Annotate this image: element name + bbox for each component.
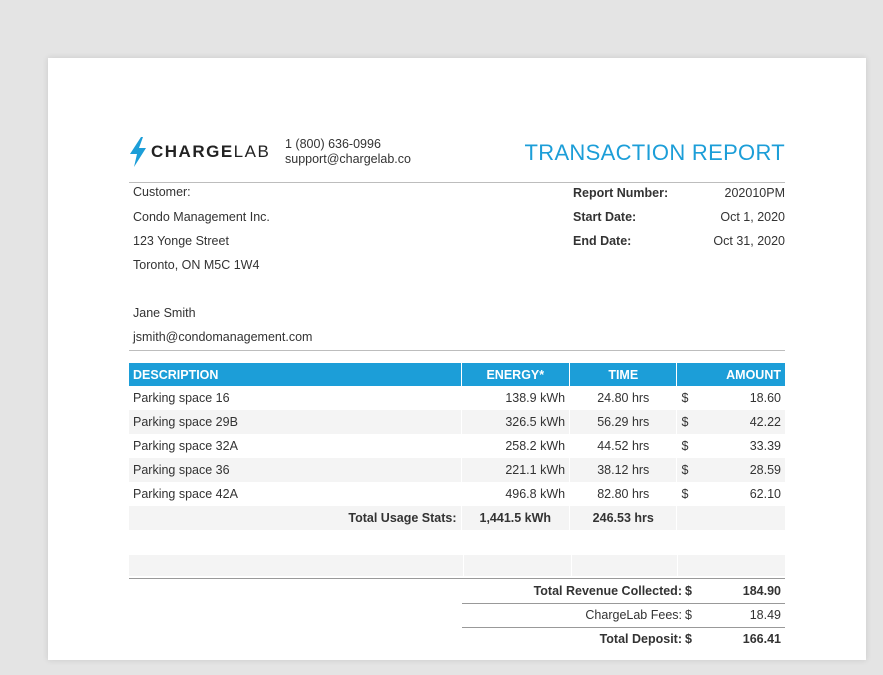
row-amount-cell: $18.60	[677, 386, 785, 410]
totals-amount-empty	[676, 506, 785, 530]
row-energy: 258.2 kWh	[461, 434, 571, 458]
lightning-bolt-icon	[130, 137, 146, 167]
page-title: TRANSACTION REPORT	[524, 140, 785, 165]
currency-symbol: $	[681, 463, 689, 477]
customer-contact-email: jsmith@condomanagement.com	[133, 330, 313, 344]
row-amount-cell: $28.59	[676, 458, 785, 482]
row-energy: 138.9 kWh	[461, 386, 571, 410]
currency-symbol: $	[681, 487, 689, 501]
deposit-row: Total Deposit: $ 166.41	[462, 627, 785, 651]
row-description: Parking space 16	[129, 386, 462, 410]
customer-divider	[129, 350, 785, 351]
currency-symbol: $	[685, 608, 692, 622]
table-row: Parking space 29B 326.5 kWh 56.29 hrs $4…	[129, 410, 785, 434]
fees-value: 18.49	[749, 608, 781, 622]
table-row: Parking space 36 221.1 kWh 38.12 hrs $28…	[129, 458, 785, 482]
support-email: support@chargelab.co	[285, 152, 411, 166]
currency-symbol: $	[681, 391, 689, 405]
row-amount: 62.10	[749, 487, 781, 501]
report-page: CHARGELAB 1 (800) 636-0996 support@charg…	[48, 58, 866, 660]
table-header-row: DESCRIPTION ENERGY* TIME AMOUNT	[129, 363, 785, 386]
totals-label: Total Usage Stats:	[129, 506, 462, 530]
table-row: Parking space 32A 258.2 kWh 44.52 hrs $3…	[129, 434, 785, 458]
customer-label: Customer:	[133, 185, 191, 199]
currency-symbol: $	[685, 584, 692, 598]
row-description: Parking space 36	[129, 458, 462, 482]
row-amount: 28.59	[749, 463, 781, 477]
row-amount-cell: $33.39	[677, 434, 785, 458]
fees-label: ChargeLab Fees:	[585, 608, 682, 622]
currency-symbol: $	[685, 632, 692, 646]
revenue-value: 184.90	[742, 584, 781, 598]
row-energy: 326.5 kWh	[461, 410, 571, 434]
end-date-value: Oct 31, 2020	[713, 234, 785, 248]
deposit-value: 166.41	[742, 632, 781, 646]
row-time: 44.52 hrs	[569, 434, 678, 458]
end-date-label: End Date:	[573, 234, 632, 248]
row-energy: 221.1 kWh	[461, 458, 571, 482]
totals-time: 246.53 hrs	[569, 506, 678, 530]
customer-company: Condo Management Inc.	[133, 210, 270, 224]
column-header-amount: AMOUNT	[676, 363, 785, 386]
report-number-label: Report Number:	[573, 186, 669, 200]
start-date-label: Start Date:	[573, 210, 637, 224]
table-row: Parking space 42A 496.8 kWh 82.80 hrs $6…	[129, 482, 785, 506]
row-amount: 33.39	[749, 439, 781, 453]
row-amount-cell: $62.10	[677, 482, 785, 506]
row-description: Parking space 42A	[129, 482, 462, 506]
fees-row: ChargeLab Fees: $ 18.49	[462, 603, 785, 627]
customer-street: 123 Yonge Street	[133, 234, 229, 248]
currency-symbol: $	[681, 439, 689, 453]
totals-row: Total Usage Stats: 1,441.5 kWh 246.53 hr…	[129, 506, 785, 530]
report-number-value: 202010PM	[724, 186, 785, 200]
row-time: 82.80 hrs	[569, 482, 678, 506]
column-header-time: TIME	[569, 363, 678, 386]
customer-city: Toronto, ON M5C 1W4	[133, 258, 260, 272]
row-amount-cell: $42.22	[676, 410, 785, 434]
row-description: Parking space 32A	[129, 434, 462, 458]
column-header-energy: ENERGY*	[461, 363, 571, 386]
row-time: 56.29 hrs	[569, 410, 678, 434]
row-energy: 496.8 kWh	[461, 482, 571, 506]
table-row: Parking space 16 138.9 kWh 24.80 hrs $18…	[129, 386, 785, 410]
customer-contact-name: Jane Smith	[133, 306, 196, 320]
revenue-row: Total Revenue Collected: $ 184.90	[462, 579, 785, 603]
start-date-value: Oct 1, 2020	[720, 210, 785, 224]
header-divider	[129, 182, 785, 183]
totals-energy: 1,441.5 kWh	[461, 506, 571, 530]
chargelab-logo: CHARGELAB	[129, 136, 270, 168]
brand-name: CHARGELAB	[151, 142, 271, 161]
row-description: Parking space 29B	[129, 410, 462, 434]
row-amount: 42.22	[749, 415, 781, 429]
row-time: 24.80 hrs	[569, 386, 678, 410]
contact-info: 1 (800) 636-0996 support@chargelab.co	[285, 137, 411, 167]
row-amount: 18.60	[749, 391, 781, 405]
row-time: 38.12 hrs	[569, 458, 678, 482]
deposit-label: Total Deposit:	[599, 632, 682, 646]
transactions-table: DESCRIPTION ENERGY* TIME AMOUNT Parking …	[129, 363, 785, 530]
revenue-label: Total Revenue Collected:	[533, 584, 682, 598]
column-header-description: DESCRIPTION	[129, 363, 462, 386]
currency-symbol: $	[681, 415, 689, 429]
phone-number: 1 (800) 636-0996	[285, 137, 381, 151]
blank-table-row	[129, 555, 785, 576]
